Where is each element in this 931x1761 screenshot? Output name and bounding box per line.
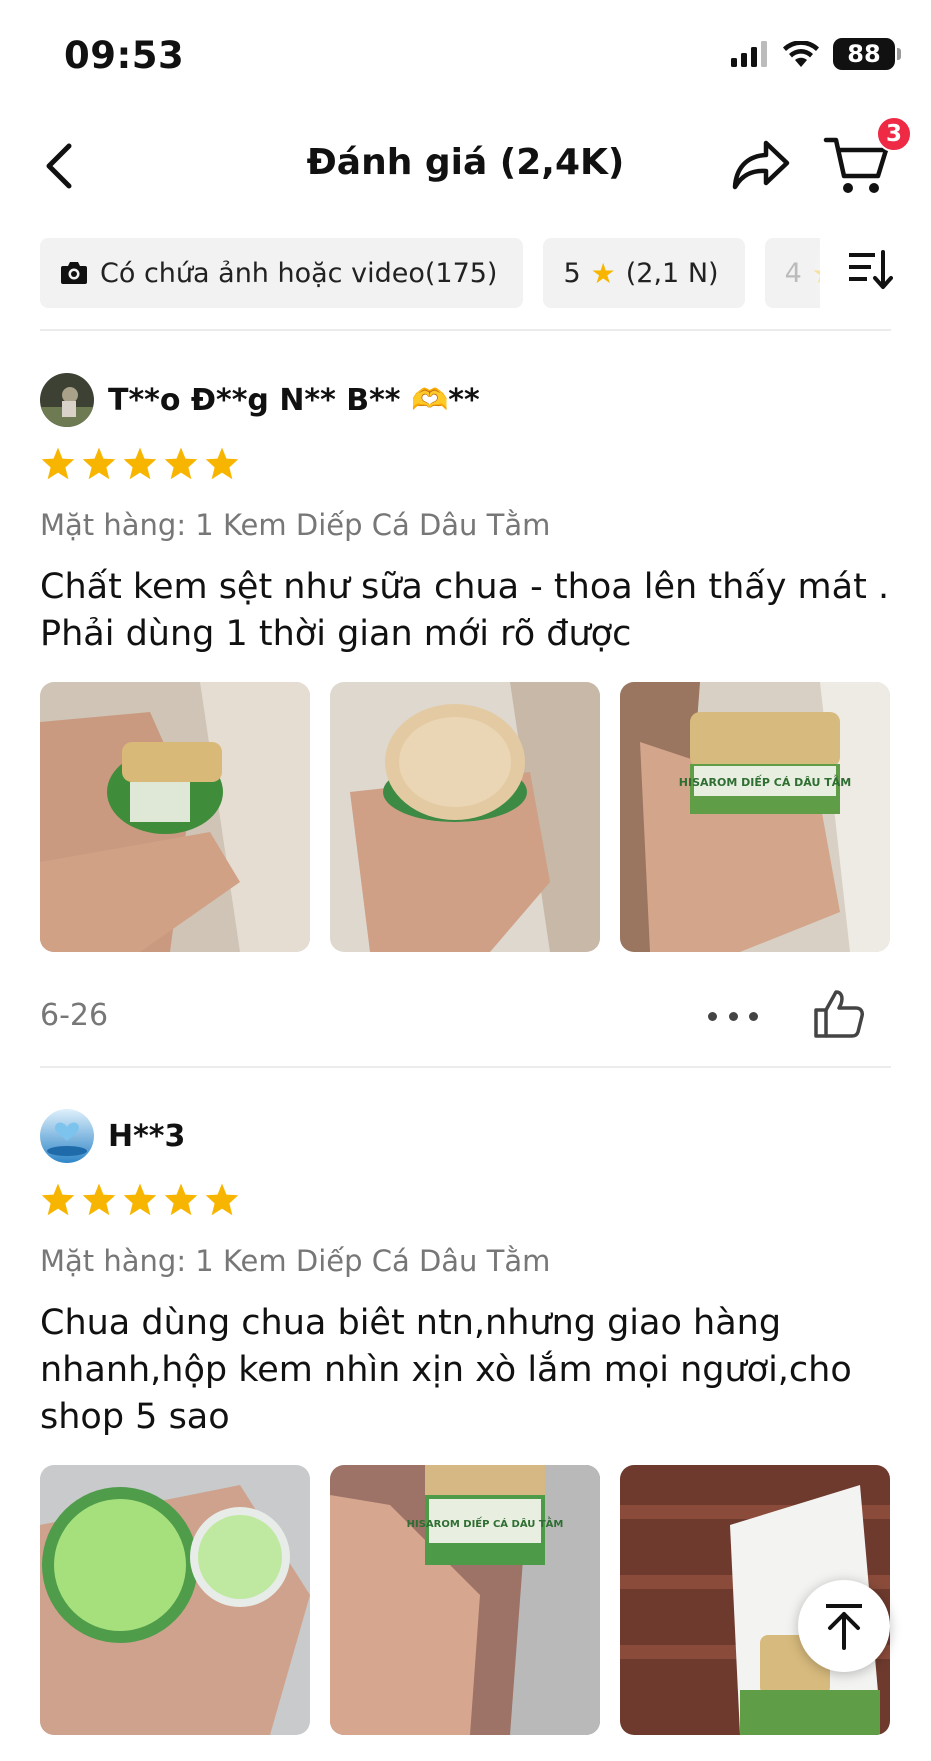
filter-label: 5 (563, 257, 581, 289)
star-icon (123, 447, 157, 480)
jar-label: HISAROM DIẾP CÁ DÂU TẰM (679, 774, 851, 789)
star-icon: ★ (812, 257, 820, 290)
star-icon (205, 447, 239, 480)
more-options-button[interactable] (708, 1004, 758, 1028)
review-text: Chua dùng chua biêt ntn,nhưng giao hàng … (40, 1303, 852, 1437)
camera-icon (61, 262, 87, 284)
review-user: T**o Đ**g N** B** 🫶** (40, 372, 891, 428)
wifi-icon (783, 41, 819, 67)
product-variant: Mặt hàng: 1 Kem Diếp Cá Dâu Tằm (40, 508, 551, 542)
star-icon (164, 1183, 198, 1216)
star-icon (82, 447, 116, 480)
review-item: T**o Đ**g N** B** 🫶** Mặt hàng: 1 Kem Di… (40, 372, 891, 1046)
share-icon (732, 140, 790, 190)
star-icon (82, 1183, 116, 1216)
divider (40, 1066, 891, 1068)
thumbs-up-icon (814, 990, 864, 1038)
status-bar: 09:53 88 (0, 0, 931, 110)
review-user: H**3 (40, 1108, 891, 1164)
review-footer: 6-26 (40, 986, 891, 1046)
like-button[interactable] (810, 986, 866, 1042)
star-icon (205, 1183, 239, 1216)
star-icon (164, 447, 198, 480)
star-icon: ★ (590, 256, 616, 290)
review-date: 6-26 (40, 998, 109, 1033)
star-icon (41, 447, 75, 480)
filter-count: (2,1 N) (625, 257, 719, 289)
reviewer-name[interactable]: T**o Đ**g N** B** 🫶** (108, 383, 480, 418)
avatar[interactable] (40, 373, 94, 427)
review-photos: HISAROM DIẾP CÁ DÂU TẰM (40, 682, 891, 952)
avatar[interactable] (40, 1109, 94, 1163)
sort-icon (849, 250, 893, 289)
divider (40, 329, 891, 331)
product-variant: Mặt hàng: 1 Kem Diếp Cá Dâu Tằm (40, 1244, 551, 1278)
reviewer-name[interactable]: H**3 (108, 1119, 185, 1154)
filter-label: 4 (784, 257, 802, 289)
filter-bar: Có chứa ảnh hoặc video (175) 5 ★ (2,1 N)… (40, 238, 820, 308)
filter-4-star[interactable]: 4 ★ (764, 238, 820, 308)
filter-with-media[interactable]: Có chứa ảnh hoặc video (175) (40, 238, 524, 308)
cart-count-badge: 3 (876, 116, 912, 152)
more-dots-icon (708, 1011, 717, 1021)
review-photo[interactable] (40, 1465, 310, 1735)
star-icon (123, 1183, 157, 1216)
sort-button[interactable] (849, 250, 901, 298)
status-time: 09:53 (64, 34, 185, 77)
review-photos: HISAROM DIẾP CÁ DÂU TẰM (40, 1465, 891, 1735)
review-photo[interactable]: HISAROM DIẾP CÁ DÂU TẰM (620, 682, 890, 952)
battery-indicator: 88 (833, 38, 901, 70)
rating-stars (40, 1182, 891, 1222)
rating-stars (40, 446, 891, 486)
share-button[interactable] (728, 132, 794, 198)
filter-count: (175) (424, 257, 498, 289)
signal-icon (731, 41, 767, 67)
review-text: Chất kem sệt như sữa chua - thoa lên thấ… (40, 567, 890, 654)
arrow-up-icon (826, 1604, 862, 1650)
filter-5-star[interactable]: 5 ★ (2,1 N) (543, 238, 745, 308)
filter-label: Có chứa ảnh hoặc video (100, 257, 425, 289)
review-photo[interactable] (40, 682, 310, 952)
scroll-to-top-button[interactable] (798, 1580, 890, 1672)
review-item: H**3 Mặt hàng: 1 Kem Diếp Cá Dâu Tằm Chu… (40, 1108, 891, 1735)
header: Đánh giá (2,4K) (0, 118, 931, 214)
star-icon (41, 1183, 75, 1216)
review-photo[interactable]: HISAROM DIẾP CÁ DÂU TẰM (330, 1465, 600, 1735)
review-photo[interactable] (330, 682, 600, 952)
status-icons: 88 (731, 38, 901, 70)
